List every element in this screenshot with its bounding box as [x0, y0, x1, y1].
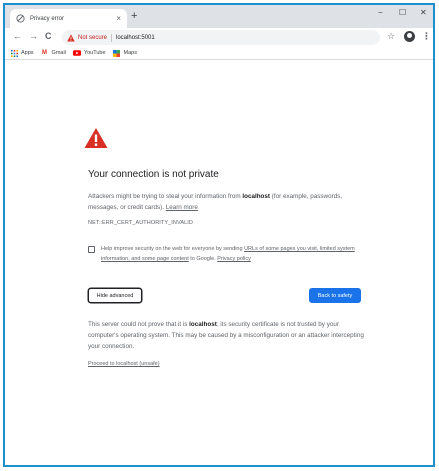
tab-title: Privacy error	[30, 15, 65, 22]
maximize-button[interactable]: ☐	[399, 9, 406, 17]
browser-window: Privacy error × + − ☐ ✕ ← → C Not secure…	[3, 3, 435, 467]
new-tab-button[interactable]: +	[131, 11, 137, 22]
forward-button[interactable]: →	[29, 32, 38, 41]
host-name: localhost	[242, 193, 270, 200]
bookmark-maps[interactable]: Maps	[113, 49, 137, 57]
proceed-unsafe-link[interactable]: Proceed to localhost (unsafe)	[88, 361, 160, 367]
minimize-button[interactable]: −	[378, 9, 383, 17]
tab-strip: Privacy error × + − ☐ ✕	[5, 5, 433, 28]
opt-in-text-part: to Google.	[188, 256, 218, 262]
opt-in-checkbox[interactable]	[88, 246, 95, 253]
safe-browsing-opt-in: Help improve security on the web for eve…	[88, 244, 363, 264]
details-host: localhost	[189, 321, 217, 328]
bookmark-label: Gmail	[51, 50, 66, 56]
privacy-policy-link[interactable]: Privacy policy	[217, 256, 251, 262]
error-code: NET::ERR_CERT_AUTHORITY_INVALID	[88, 220, 193, 226]
maps-icon	[113, 49, 121, 57]
bookmark-apps[interactable]: Apps	[10, 49, 34, 57]
page-title: Your connection is not private	[88, 169, 219, 180]
apps-icon	[10, 49, 18, 57]
bookmark-label: Maps	[123, 50, 137, 56]
back-button[interactable]: ←	[13, 32, 22, 41]
divider	[111, 33, 113, 42]
opt-in-text: Help improve security on the web for eve…	[101, 244, 363, 264]
menu-icon[interactable]: ⋮	[422, 32, 431, 41]
close-window-button[interactable]: ✕	[420, 9, 427, 17]
intro-text: Attackers might be trying to steal your …	[88, 193, 243, 200]
globe-icon	[16, 14, 25, 23]
close-tab-icon[interactable]: ×	[116, 14, 121, 23]
star-icon[interactable]: ☆	[387, 32, 395, 41]
tab-privacy-error[interactable]: Privacy error ×	[10, 9, 127, 28]
back-to-safety-button[interactable]: Back to safety	[309, 288, 361, 303]
bookmark-youtube[interactable]: YouTube	[72, 50, 106, 57]
not-secure-label[interactable]: Not secure	[78, 35, 107, 41]
details-paragraph: This server could not prove that it is l…	[88, 319, 365, 352]
toolbar: ← → C Not secure localhost:5001 ☆ ⋮	[5, 28, 433, 47]
address-bar[interactable]: Not secure localhost:5001	[62, 30, 380, 45]
opt-in-text-part: Help improve security on the web for eve…	[101, 246, 245, 252]
warning-icon[interactable]	[67, 33, 75, 42]
learn-more-link[interactable]: Learn more	[166, 204, 198, 211]
warning-triangle-icon	[84, 128, 108, 148]
details-text: This server could not prove that it is	[88, 321, 190, 328]
bookmark-label: YouTube	[83, 50, 106, 56]
bookmark-label: Apps	[21, 50, 34, 56]
url-text[interactable]: localhost:5001	[116, 35, 155, 41]
profile-avatar-icon[interactable]	[404, 31, 415, 42]
bookmarks-bar: Apps M Gmail YouTube Maps	[5, 47, 433, 60]
intro-paragraph: Attackers might be trying to steal your …	[88, 191, 363, 213]
interstitial-page: Your connection is not private Attackers…	[5, 61, 433, 465]
bookmark-gmail[interactable]: M Gmail	[41, 50, 66, 57]
youtube-icon	[72, 50, 81, 57]
reload-button[interactable]: C	[45, 32, 52, 41]
gmail-icon: M	[42, 50, 48, 56]
hide-advanced-button[interactable]: Hide advanced	[88, 288, 142, 303]
